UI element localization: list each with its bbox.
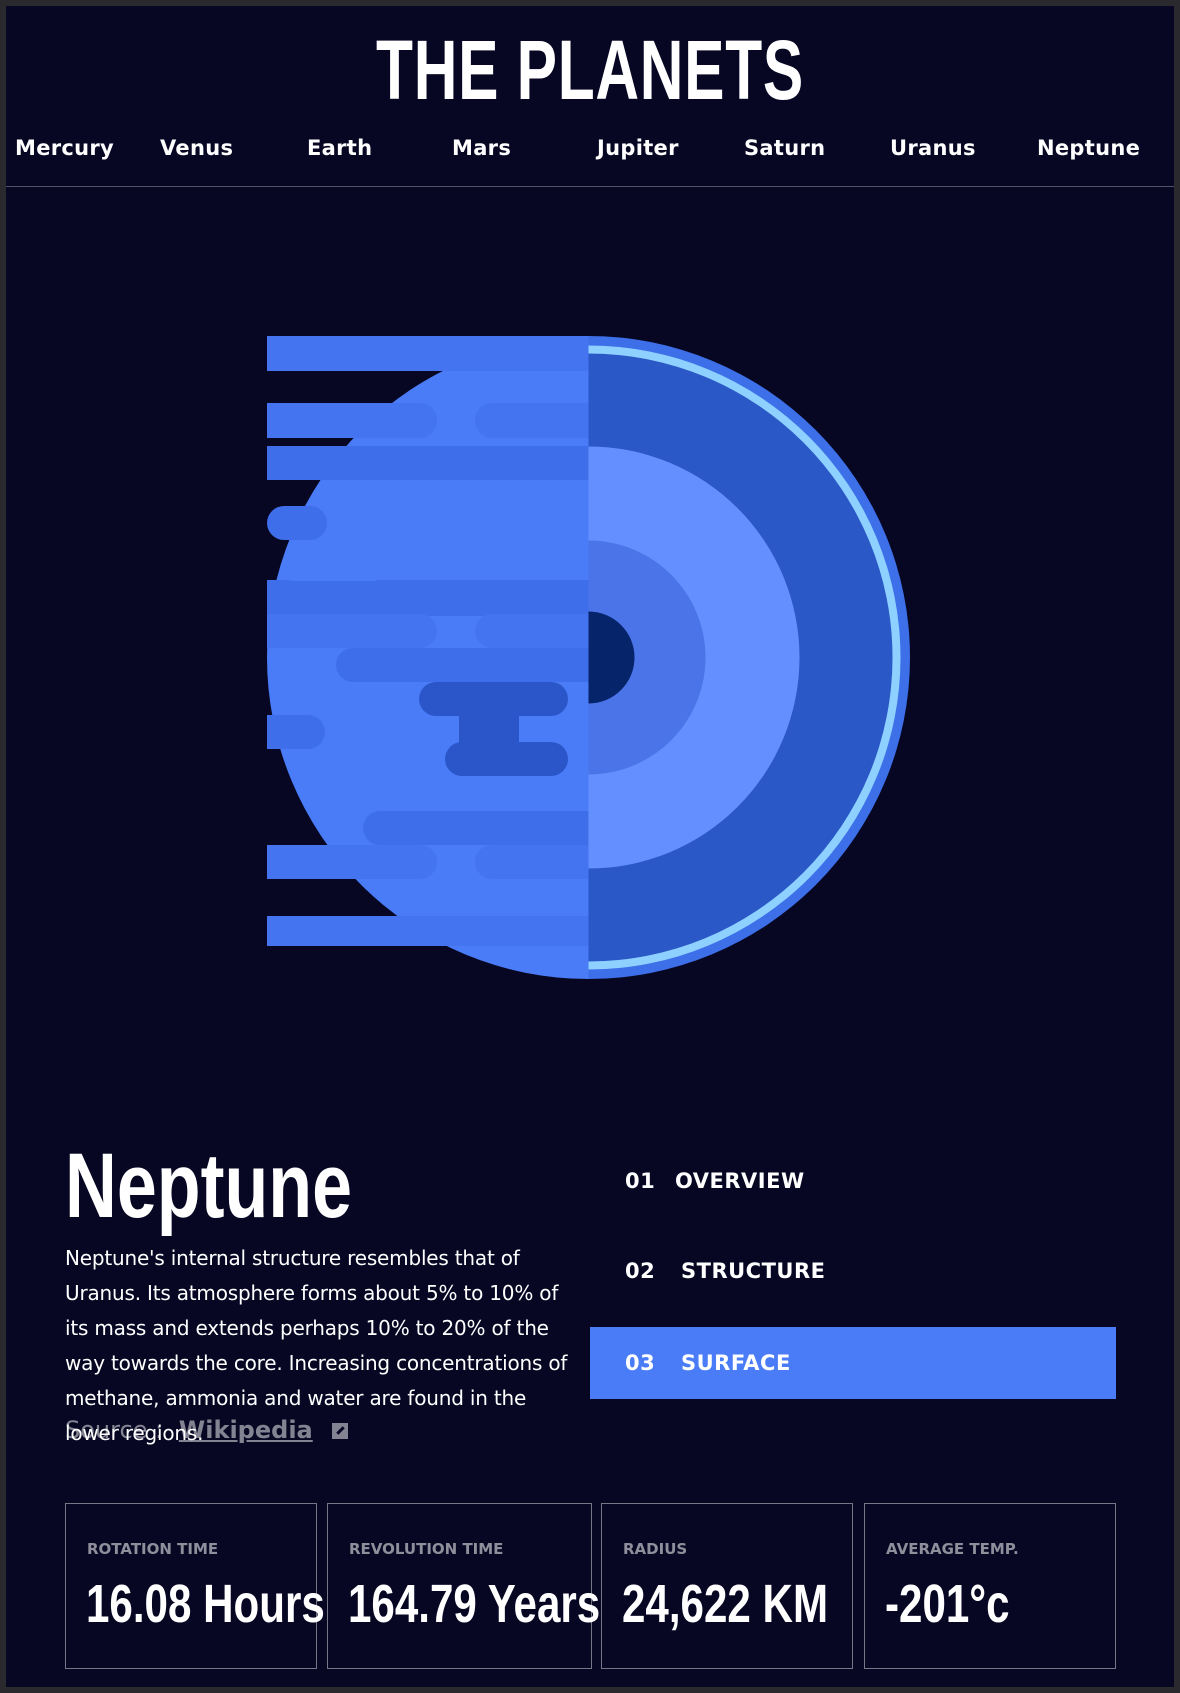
tab-number: 03: [625, 1351, 656, 1375]
tab-number: 01: [625, 1169, 656, 1193]
stat-card-radius: RADIUS 24,622 KM: [601, 1503, 853, 1669]
stat-label: REVOLUTION TIME: [349, 1540, 504, 1558]
source-label: Source :: [65, 1416, 164, 1444]
tab-label: OVERVIEW: [675, 1169, 805, 1193]
stat-value: 164.79 Years: [348, 1574, 601, 1634]
external-link-icon[interactable]: [332, 1423, 349, 1439]
stat-value: -201°c: [885, 1574, 1010, 1634]
app-frame: THE PLANETS Mercury Venus Earth Mars Jup…: [6, 6, 1174, 1687]
nav-item-jupiter[interactable]: Jupiter: [597, 136, 679, 160]
tab-number: 02: [625, 1259, 656, 1283]
stat-card-average-temp: AVERAGE TEMP. -201°c: [864, 1503, 1116, 1669]
stat-label: ROTATION TIME: [87, 1540, 219, 1558]
stat-value: 24,622 KM: [622, 1574, 829, 1634]
planet-nav: Mercury Venus Earth Mars Jupiter Saturn …: [6, 136, 1174, 176]
stat-card-revolution: REVOLUTION TIME 164.79 Years: [327, 1503, 600, 1669]
nav-item-earth[interactable]: Earth: [307, 136, 372, 160]
tab-overview[interactable]: 01 OVERVIEW: [590, 1145, 1116, 1217]
stat-card-rotation: ROTATION TIME 16.08 Hours: [65, 1503, 325, 1669]
nav-item-saturn[interactable]: Saturn: [744, 136, 825, 160]
planet-illustration: [267, 336, 910, 979]
stat-label: AVERAGE TEMP.: [886, 1540, 1019, 1558]
tab-structure[interactable]: 02 STRUCTURE: [590, 1235, 1116, 1307]
nav-item-venus[interactable]: Venus: [160, 136, 233, 160]
tab-label: SURFACE: [681, 1351, 791, 1375]
nav-item-mercury[interactable]: Mercury: [15, 136, 114, 160]
planet-name: Neptune: [65, 1135, 353, 1237]
stat-label: RADIUS: [623, 1540, 688, 1558]
tab-surface[interactable]: 03 SURFACE: [590, 1327, 1116, 1399]
planet-internal-structure-graphic: [267, 336, 910, 979]
nav-divider: [6, 186, 1174, 187]
nav-item-neptune[interactable]: Neptune: [1037, 136, 1140, 160]
site-title[interactable]: THE PLANETS: [170, 20, 1011, 120]
tab-label: STRUCTURE: [681, 1259, 826, 1283]
source-line: Source : Wikipedia: [65, 1416, 349, 1444]
nav-item-mars[interactable]: Mars: [452, 136, 511, 160]
source-link[interactable]: Wikipedia: [179, 1416, 313, 1444]
stat-value: 16.08 Hours: [86, 1574, 325, 1634]
nav-item-uranus[interactable]: Uranus: [890, 136, 976, 160]
